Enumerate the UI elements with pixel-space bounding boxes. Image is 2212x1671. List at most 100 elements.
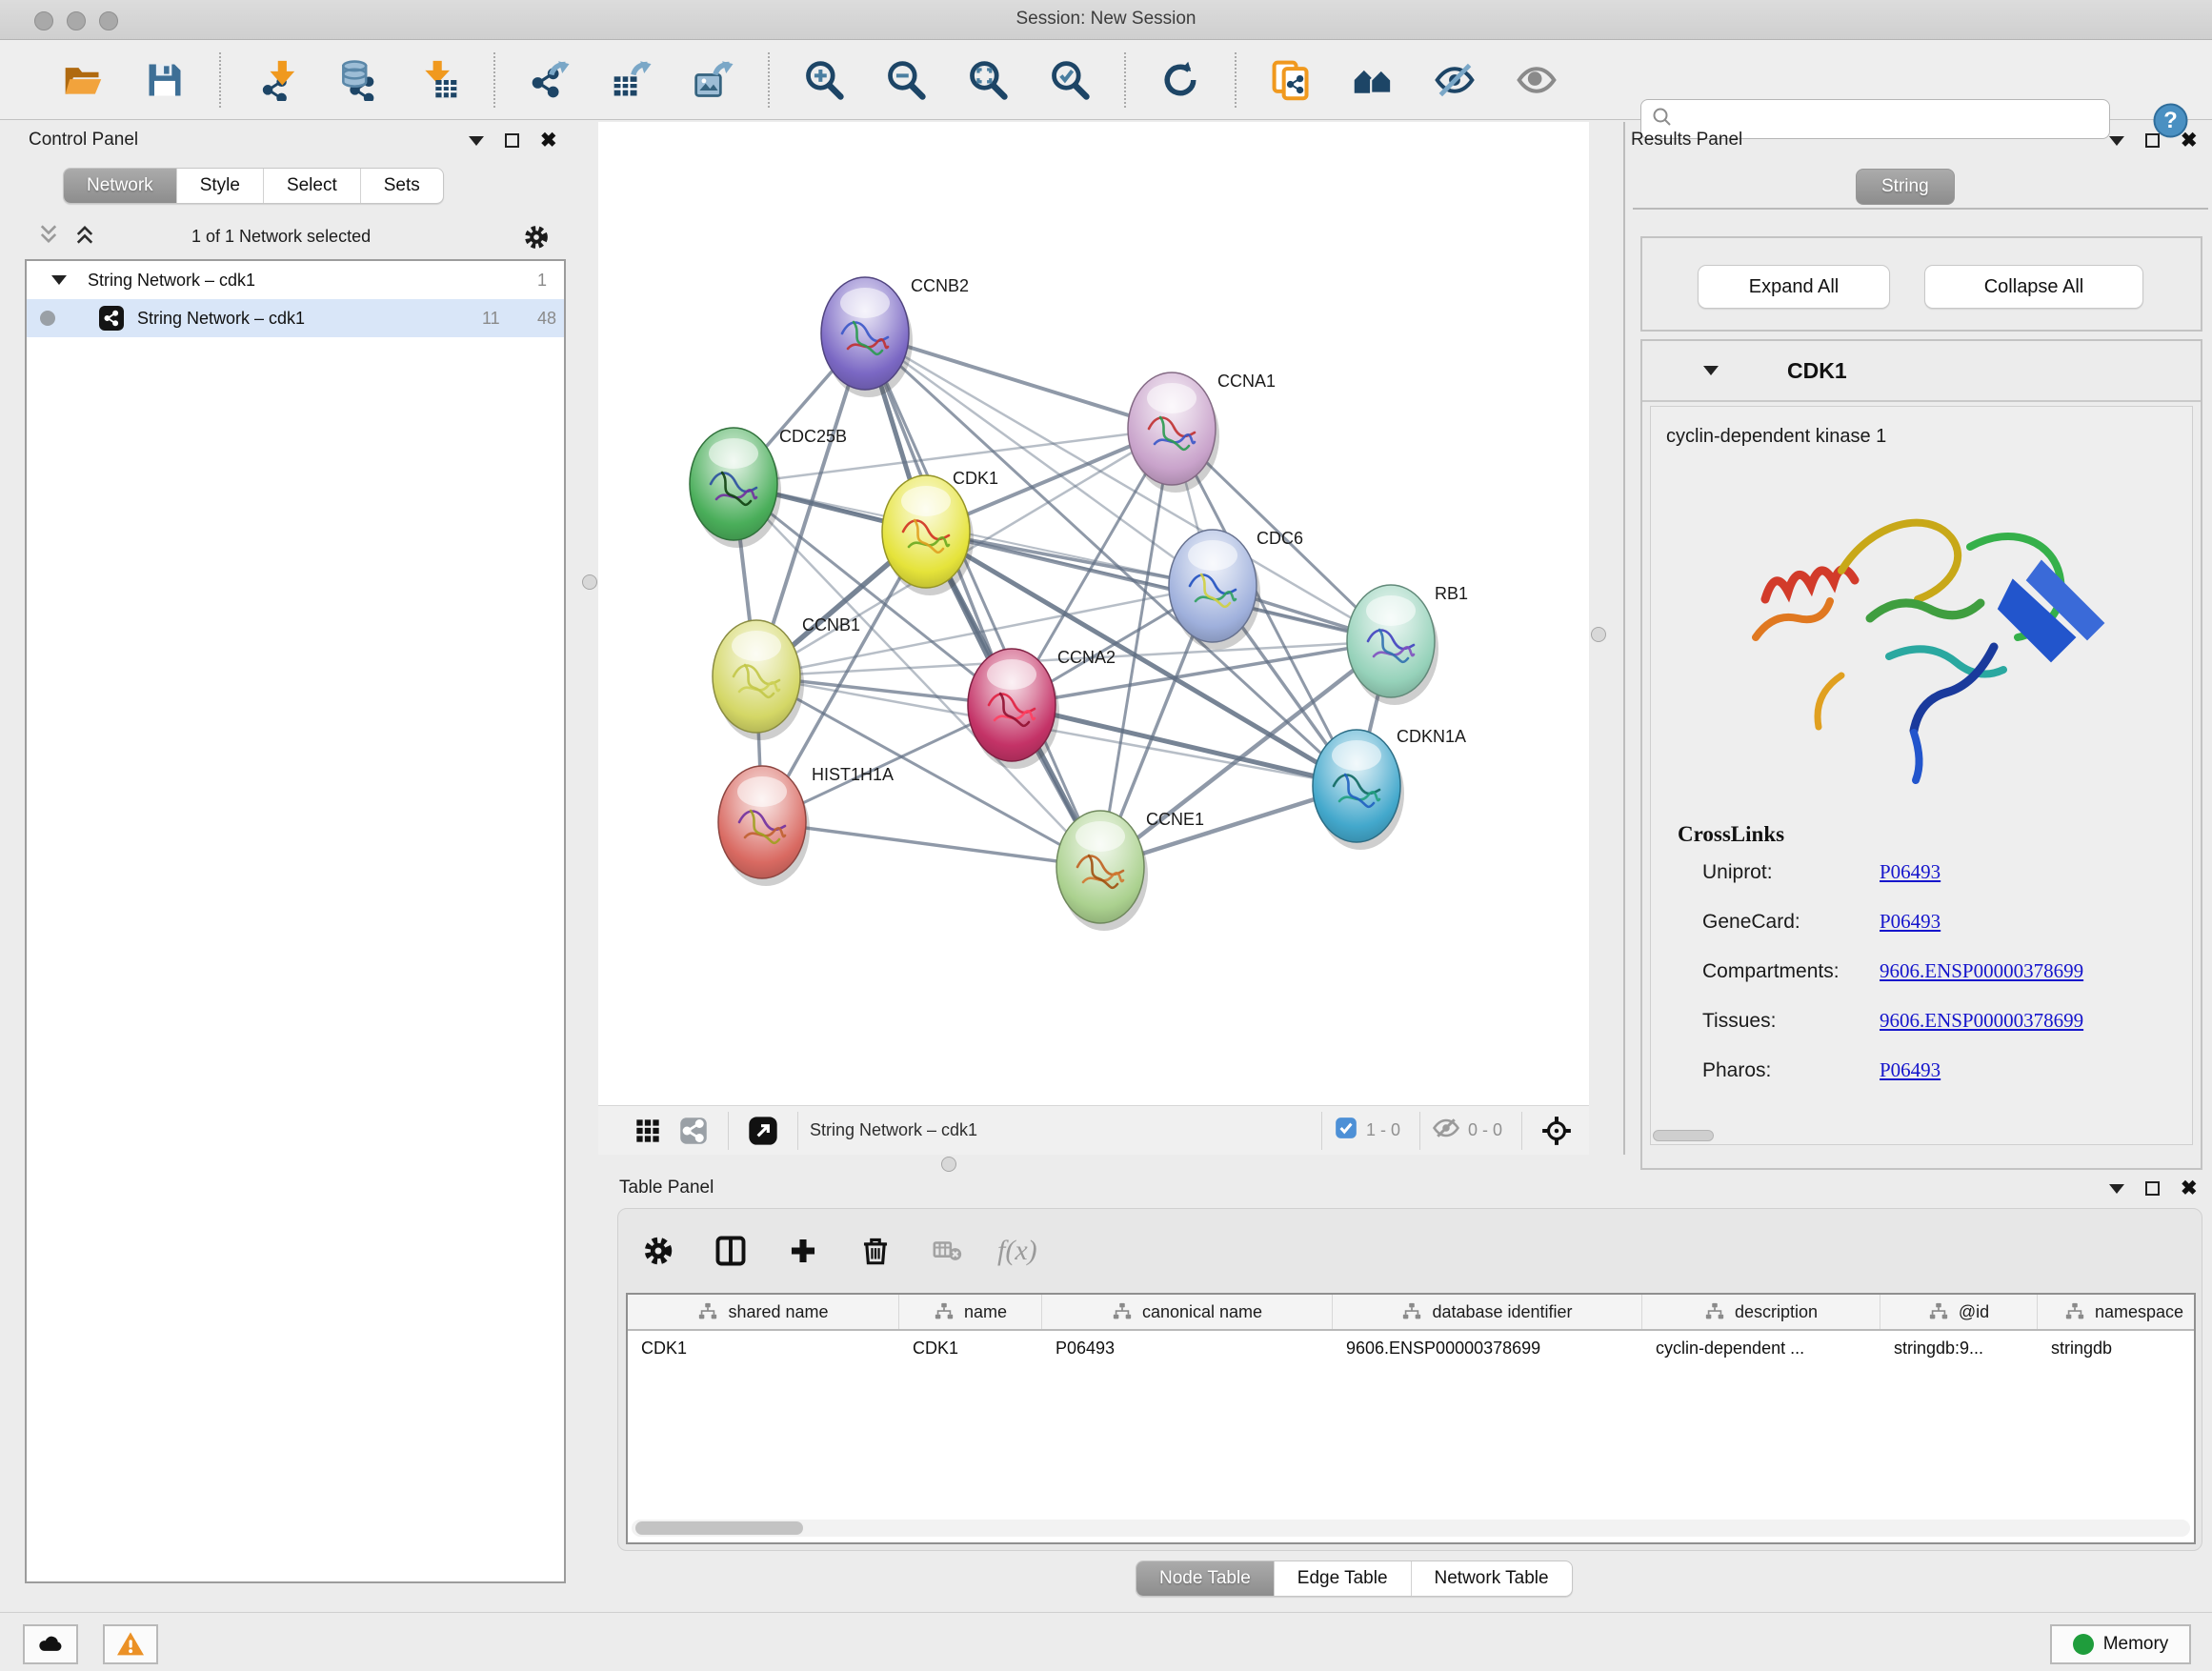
collapse-all-button[interactable]: Collapse All xyxy=(1924,265,2143,309)
column-header-namespace[interactable]: namespace xyxy=(2038,1295,2196,1329)
tab-edge-table[interactable]: Edge Table xyxy=(1274,1561,1411,1596)
collapse-all-chevrons-icon[interactable] xyxy=(36,222,61,252)
export-network-icon[interactable] xyxy=(523,53,576,107)
cell-namespace[interactable]: stringdb xyxy=(2038,1331,2196,1365)
warnings-button[interactable] xyxy=(103,1624,158,1664)
results-panel-menu-icon[interactable] xyxy=(2109,136,2124,146)
network-canvas[interactable]: CCNB2CCNA1CDC25BCDK1CDC6RB1CCNB1CCNA2CDK… xyxy=(598,122,1589,1105)
results-tab-string[interactable]: String xyxy=(1856,169,1955,205)
apply-function-fx-icon[interactable]: f(x) xyxy=(997,1235,1037,1267)
network-overview-houses-icon[interactable] xyxy=(1346,53,1399,107)
scrollbar-thumb[interactable] xyxy=(635,1521,803,1535)
cell-canonical-name[interactable]: P06493 xyxy=(1042,1331,1333,1365)
column-header-database-identifier[interactable]: database identifier xyxy=(1333,1295,1642,1329)
graph-node-CDK1[interactable]: CDK1 xyxy=(882,469,998,595)
cell-description[interactable]: cyclin-dependent ... xyxy=(1642,1331,1880,1365)
duplicate-network-icon[interactable] xyxy=(1264,53,1317,107)
expand-all-button[interactable]: Expand All xyxy=(1698,265,1890,309)
memory-button[interactable]: Memory xyxy=(2050,1624,2191,1664)
table-settings-gear-icon[interactable] xyxy=(635,1228,681,1274)
crosslink-value-link[interactable]: P06493 xyxy=(1880,860,1941,884)
tab-style[interactable]: Style xyxy=(176,169,263,203)
graph-node-CCNE1[interactable]: CCNE1 xyxy=(1056,810,1204,931)
graph-edge-CCNA2-CDKN1A[interactable] xyxy=(1012,705,1357,786)
table-horizontal-scrollbar[interactable] xyxy=(632,1520,2190,1537)
table-panel-menu-icon[interactable] xyxy=(2109,1184,2124,1194)
right-splitter[interactable] xyxy=(1589,122,1625,1174)
fit-selected-crosshair-icon[interactable] xyxy=(1534,1108,1579,1154)
crosslink-value-link[interactable]: 9606.ENSP00000378699 xyxy=(1880,959,2083,983)
column-header--id[interactable]: @id xyxy=(1880,1295,2038,1329)
tab-network[interactable]: Network xyxy=(64,169,176,203)
graph-node-RB1[interactable]: RB1 xyxy=(1347,584,1468,705)
control-panel-float-icon[interactable] xyxy=(505,133,519,148)
graph-edge-CCNB2-CCNE1[interactable] xyxy=(865,333,1100,867)
left-splitter[interactable] xyxy=(581,122,598,1155)
string-view-icon[interactable] xyxy=(671,1108,716,1154)
graph-node-CCNB2[interactable]: CCNB2 xyxy=(821,276,969,397)
network-collection-row[interactable]: String Network – cdk1 1 xyxy=(27,261,564,299)
open-session-icon[interactable] xyxy=(56,53,110,107)
column-header-description[interactable]: description xyxy=(1642,1295,1880,1329)
crosslink-value-link[interactable]: 9606.ENSP00000378699 xyxy=(1880,1009,2083,1033)
zoom-out-icon[interactable] xyxy=(879,53,933,107)
birds-eye-grid-icon[interactable] xyxy=(625,1108,671,1154)
open-in-window-icon[interactable] xyxy=(740,1108,786,1154)
graph-edge-CDK1-RB1[interactable] xyxy=(926,532,1391,641)
crosslink-row: Compartments:9606.ENSP00000378699 xyxy=(1702,959,2179,1003)
graph-edge-HIST1H1A-CCNE1[interactable] xyxy=(762,822,1100,867)
graph-node-CDKN1A[interactable]: CDKN1A xyxy=(1313,727,1466,850)
tab-select[interactable]: Select xyxy=(263,169,360,203)
table-panel-close-icon[interactable]: ✖ xyxy=(2181,1181,2198,1196)
crosslink-value-link[interactable]: P06493 xyxy=(1880,1058,1941,1082)
graph-node-CCNA2[interactable]: CCNA2 xyxy=(968,648,1116,769)
refresh-view-icon[interactable] xyxy=(1154,53,1207,107)
tab-sets[interactable]: Sets xyxy=(360,169,443,203)
control-panel-close-icon[interactable]: ✖ xyxy=(540,133,557,148)
import-table-file-icon[interactable] xyxy=(412,53,466,107)
table-panel-float-icon[interactable] xyxy=(2145,1181,2160,1196)
network-row-selected[interactable]: String Network – cdk1 11 48 xyxy=(27,299,564,337)
results-panel-close-icon[interactable]: ✖ xyxy=(2181,133,2198,148)
delete-column-trash-icon[interactable] xyxy=(853,1228,898,1274)
search-input[interactable] xyxy=(1674,109,2109,130)
add-column-plus-icon[interactable] xyxy=(780,1228,826,1274)
cell-shared-name[interactable]: CDK1 xyxy=(628,1331,899,1365)
zoom-fit-icon[interactable] xyxy=(961,53,1015,107)
control-panel-menu-icon[interactable] xyxy=(469,136,484,146)
cell-database-identifier[interactable]: 9606.ENSP00000378699 xyxy=(1333,1331,1642,1365)
network-options-gear-icon[interactable] xyxy=(522,223,551,256)
export-image-icon[interactable] xyxy=(687,53,740,107)
results-scrollbar-thumb[interactable] xyxy=(1653,1130,1714,1141)
crosslink-value-link[interactable]: P06493 xyxy=(1880,910,1941,934)
show-all-eye-gray-icon[interactable] xyxy=(1510,53,1563,107)
zoom-in-icon[interactable] xyxy=(797,53,851,107)
cell-name[interactable]: CDK1 xyxy=(899,1331,1042,1365)
graph-node-CCNA1[interactable]: CCNA1 xyxy=(1128,372,1276,493)
tree-disclosure-icon[interactable] xyxy=(51,275,67,285)
show-columns-icon[interactable] xyxy=(708,1228,754,1274)
hidden-eye-icon[interactable] xyxy=(1432,1114,1460,1147)
column-header-canonical-name[interactable]: canonical name xyxy=(1042,1295,1333,1329)
expand-all-chevrons-icon[interactable] xyxy=(72,222,97,252)
column-header-name[interactable]: name xyxy=(899,1295,1042,1329)
gene-collapse-icon[interactable] xyxy=(1703,366,1719,375)
hide-selected-eye-icon[interactable] xyxy=(1428,53,1481,107)
cell--id[interactable]: stringdb:9... xyxy=(1880,1331,2038,1365)
delete-table-icon[interactable] xyxy=(925,1228,971,1274)
tab-node-table[interactable]: Node Table xyxy=(1136,1561,1274,1596)
column-header-shared-name[interactable]: shared name xyxy=(628,1295,899,1329)
tab-network-table[interactable]: Network Table xyxy=(1411,1561,1572,1596)
gene-section-header[interactable]: CDK1 xyxy=(1642,341,2201,402)
save-session-icon[interactable] xyxy=(138,53,191,107)
zoom-selected-icon[interactable] xyxy=(1043,53,1096,107)
import-network-database-icon[interactable] xyxy=(331,53,384,107)
graph-node-HIST1H1A[interactable]: HIST1H1A xyxy=(718,765,894,886)
import-network-file-icon[interactable] xyxy=(249,53,302,107)
graph-node-CDC6[interactable]: CDC6 xyxy=(1169,529,1303,650)
cloud-button[interactable] xyxy=(23,1624,78,1664)
selected-checkbox-icon[interactable] xyxy=(1334,1116,1358,1145)
table-row[interactable]: CDK1CDK1P064939606.ENSP00000378699cyclin… xyxy=(628,1331,2194,1365)
export-table-icon[interactable] xyxy=(605,53,658,107)
results-panel-float-icon[interactable] xyxy=(2145,133,2160,148)
